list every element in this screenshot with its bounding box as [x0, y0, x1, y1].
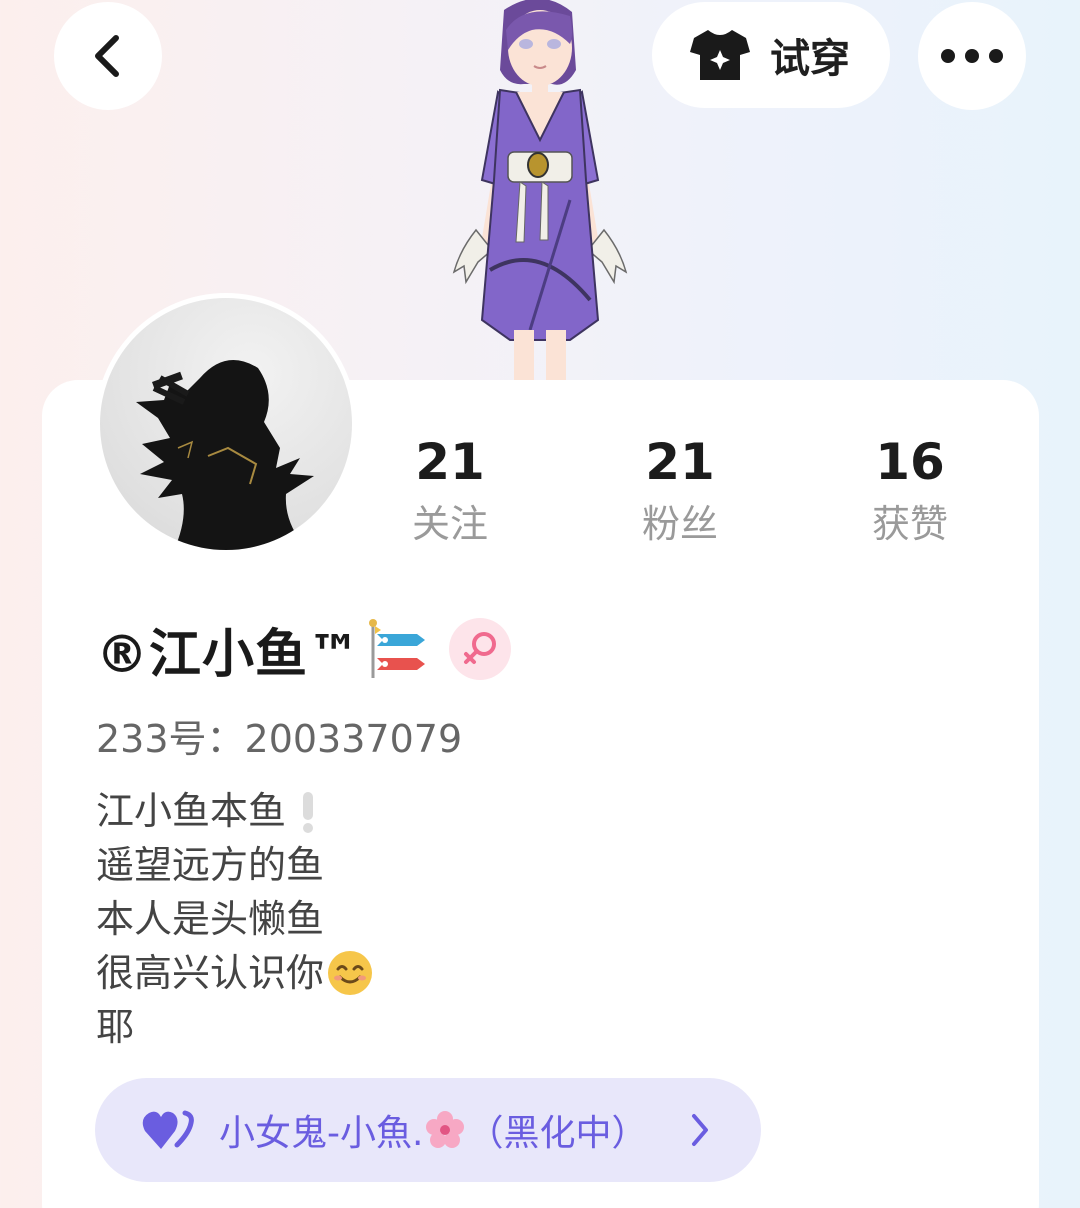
profile-avatar[interactable] — [95, 293, 357, 555]
smiling-face-emoji — [328, 951, 373, 995]
bio-text: 本人是头懒鱼 — [96, 897, 325, 941]
chevron-left-icon — [95, 35, 119, 77]
cherry-blossom-emoji — [426, 1111, 465, 1148]
avatar-3d-figure[interactable] — [420, 0, 660, 380]
more-options-button[interactable] — [918, 2, 1026, 110]
bio-line: 遥望远方的鱼 — [96, 838, 374, 892]
more-dots-icon — [941, 49, 1003, 63]
stat-likes[interactable]: 16 获赞 — [810, 432, 1010, 556]
bio-line: 耶 — [96, 1000, 374, 1054]
group-name-text: 小女鬼-小魚. — [219, 1113, 424, 1154]
bio-text: 很高兴认识你 — [96, 951, 325, 995]
stat-value: 21 — [645, 433, 715, 491]
try-on-button[interactable]: 试穿 — [652, 2, 890, 108]
stat-followers[interactable]: 21 粉丝 — [580, 432, 780, 556]
gender-badge — [449, 618, 512, 680]
username: ®江小鱼™ — [96, 624, 362, 685]
bio-line: 很高兴认识你 — [96, 946, 374, 1000]
koinobori-emoji — [369, 619, 426, 678]
group-name: 小女鬼-小魚. （黑化中） — [219, 1104, 647, 1156]
try-on-label: 试穿 — [770, 36, 850, 82]
stat-label: 关注 — [411, 502, 488, 546]
name-row: ®江小鱼™ — [96, 614, 512, 685]
avatar-image — [100, 298, 352, 550]
exclamation-emoji — [303, 792, 314, 833]
stat-value: 16 — [875, 433, 945, 491]
group-name-suffix: （黑化中） — [467, 1113, 648, 1154]
stat-label: 获赞 — [871, 502, 948, 546]
bio-text: 遥望远方的鱼 — [96, 843, 325, 887]
bio-text: 耶 — [96, 1005, 135, 1049]
double-heart-icon — [142, 1110, 194, 1149]
stat-label: 粉丝 — [641, 502, 718, 546]
bio-line: 江小鱼本鱼 — [96, 784, 374, 838]
bio: 江小鱼本鱼 遥望远方的鱼 本人是头懒鱼 很高兴认识你 耶 — [96, 784, 374, 1054]
user-id: 233号：200337079 — [96, 717, 463, 761]
stat-following[interactable]: 21 关注 — [350, 432, 550, 556]
bio-text: 江小鱼本鱼 — [96, 789, 287, 833]
stat-value: 21 — [415, 433, 485, 491]
shirt-sparkle-icon — [690, 30, 750, 80]
chevron-right-icon — [692, 1114, 708, 1146]
back-button[interactable] — [54, 2, 162, 110]
relationship-group-link[interactable]: 小女鬼-小魚. （黑化中） — [95, 1078, 761, 1182]
female-icon — [464, 632, 497, 664]
bio-line: 本人是头懒鱼 — [96, 892, 374, 946]
